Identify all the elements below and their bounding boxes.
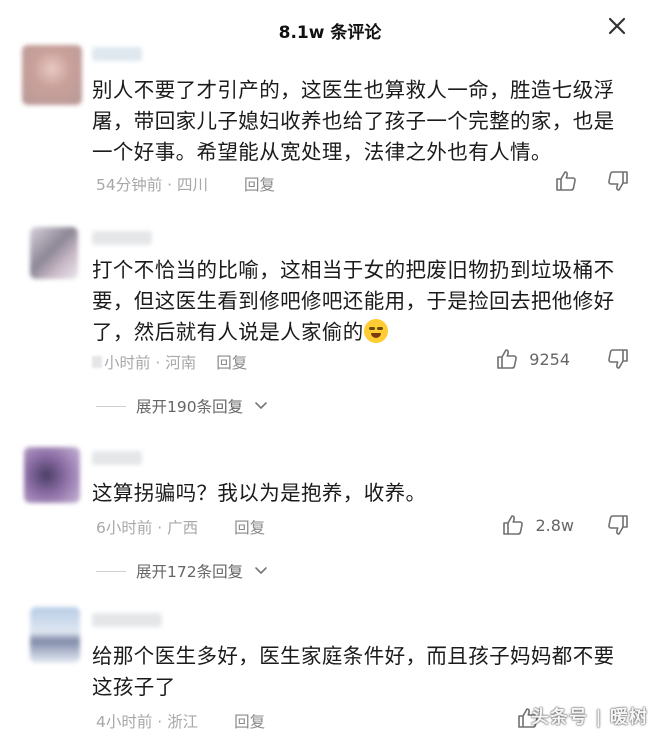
like-button[interactable]: 2.8w	[501, 513, 574, 537]
comment-item: 这算拐骗吗？我以为是抱养，收养。 6小时前 · 广西 回复 2.8w 展开172…	[0, 445, 660, 585]
comment-text: 给那个医生多好，医生家庭条件好，而且孩子妈妈都不要这孩子了	[92, 644, 615, 699]
comment-meta: 小时前 · 河南 回复	[92, 351, 247, 373]
comment-text: 这算拐骗吗？我以为是抱养，收养。	[92, 481, 427, 505]
comment-time-location: 54分钟前 · 四川	[96, 176, 209, 194]
divider-line	[96, 405, 126, 407]
comment-time-location: 小时前 · 河南	[104, 354, 197, 372]
comment-item: 打个不恰当的比喻，这相当于女的把废旧物扔到垃圾桶不要，但这医生看到修吧修吧还能用…	[0, 225, 660, 425]
thumbs-down-icon	[608, 171, 628, 191]
thumbs-up-icon	[497, 349, 518, 369]
username-redacted[interactable]	[92, 613, 162, 627]
dislike-button[interactable]	[606, 169, 630, 197]
like-button[interactable]	[554, 169, 578, 193]
comment-meta: 4小时前 · 浙江 回复	[96, 710, 265, 732]
expand-replies-button[interactable]: 展开172条回复	[96, 560, 269, 582]
expand-replies-label: 展开190条回复	[136, 398, 244, 416]
crying-laughing-emoji-icon	[363, 319, 388, 343]
comment-item: 别人不要了才引产的，这医生也算救人一命，胜造七级浮屠，带回家儿子媳妇收养也给了孩…	[0, 45, 660, 195]
avatar[interactable]	[30, 607, 80, 663]
like-count: 9254	[529, 349, 570, 369]
username-redacted[interactable]	[92, 231, 152, 245]
like-button[interactable]: 9254	[495, 347, 570, 371]
thumbs-up-icon	[556, 171, 576, 191]
reply-button[interactable]: 回复	[234, 710, 265, 732]
username-redacted[interactable]	[92, 47, 142, 61]
comment-meta: 54分钟前 · 四川 回复	[96, 173, 275, 195]
avatar[interactable]	[24, 447, 80, 503]
like-count: 2.8w	[535, 515, 574, 535]
dislike-button[interactable]	[606, 513, 630, 541]
divider-line	[96, 570, 126, 572]
comment-time-location: 6小时前 · 广西	[96, 519, 199, 537]
close-icon	[608, 17, 626, 35]
time-redacted	[92, 356, 102, 368]
expand-replies-button[interactable]: 展开190条回复	[96, 395, 269, 417]
comment-text: 打个不恰当的比喻，这相当于女的把废旧物扔到垃圾桶不要，但这医生看到修吧修吧还能用…	[92, 255, 627, 348]
thumbs-up-icon	[503, 515, 524, 535]
avatar[interactable]	[22, 45, 82, 105]
comment-text-body: 打个不恰当的比喻，这相当于女的把废旧物扔到垃圾桶不要，但这医生看到修吧修吧还能用…	[92, 258, 615, 344]
comments-count-title: 8.1w 条评论	[278, 23, 382, 43]
avatar[interactable]	[30, 227, 78, 279]
username-redacted[interactable]	[92, 451, 142, 465]
close-button[interactable]	[604, 13, 630, 39]
comment-time-location: 4小时前 · 浙江	[96, 713, 199, 731]
thumbs-down-icon	[608, 349, 628, 369]
thumbs-down-icon	[608, 515, 628, 535]
chevron-down-icon	[255, 567, 267, 574]
reply-button[interactable]: 回复	[216, 351, 247, 373]
comment-text: 别人不要了才引产的，这医生也算救人一命，胜造七级浮屠，带回家儿子媳妇收养也给了孩…	[92, 78, 615, 164]
chevron-down-icon	[255, 402, 267, 409]
comment-meta: 6小时前 · 广西 回复	[96, 516, 265, 538]
expand-replies-label: 展开172条回复	[136, 563, 244, 581]
watermark: 头条号 | 暖树	[530, 707, 648, 728]
reply-button[interactable]: 回复	[244, 173, 275, 195]
dislike-button[interactable]	[606, 347, 630, 375]
reply-button[interactable]: 回复	[234, 516, 265, 538]
